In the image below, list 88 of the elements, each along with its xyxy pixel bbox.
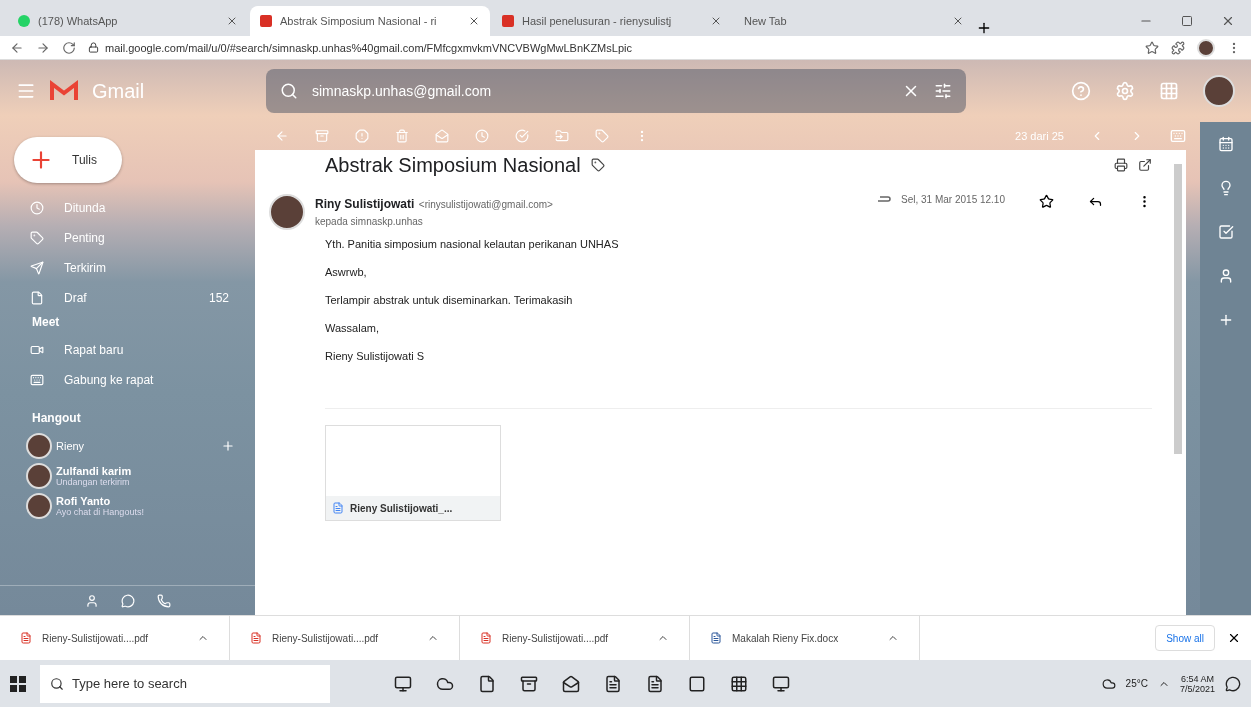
app-icon[interactable] xyxy=(646,674,664,693)
avatar xyxy=(26,433,52,459)
close-icon[interactable] xyxy=(1227,631,1241,645)
nav-item[interactable]: Gabung ke rapat xyxy=(0,365,255,395)
open-new-window-icon[interactable] xyxy=(1138,158,1152,172)
gmail-icon xyxy=(502,15,514,27)
contact-name[interactable]: Rieny xyxy=(56,440,217,452)
message-paragraph: Terlampir abstrak untuk diseminarkan. Terimakasih xyxy=(325,294,574,306)
star-icon[interactable] xyxy=(1145,40,1159,55)
message-paragraph: Yth. Panitia simposium nasional kelautan perikanan UNHAS xyxy=(325,238,620,250)
clock-icon xyxy=(30,201,44,215)
new-tab-icon[interactable] xyxy=(976,20,992,36)
message-paragraph: Rieny Sulistijowati S xyxy=(325,350,426,362)
gmail-icon xyxy=(260,15,272,27)
forward-icon[interactable] xyxy=(36,40,50,55)
app-icon[interactable] xyxy=(772,674,790,693)
avatar[interactable] xyxy=(1203,75,1235,107)
file-icon xyxy=(30,291,44,305)
search-field[interactable]: Type here to search xyxy=(40,664,330,703)
browser-tab[interactable]: (178) WhatsApp xyxy=(8,6,248,36)
message-paragraph: Wassalam, xyxy=(325,322,380,334)
document-icon xyxy=(710,632,722,644)
filter-icon[interactable] xyxy=(934,82,952,100)
contact-name[interactable]: Rofi Yanto xyxy=(56,495,144,507)
sender-email: <rinysulistijowati@gmail.com> xyxy=(418,199,553,210)
pager-text: 23 dari 25 xyxy=(1015,130,1064,142)
extensions-icon[interactable] xyxy=(1171,40,1185,55)
chat-icon[interactable] xyxy=(120,593,135,608)
pdf-icon xyxy=(250,632,262,644)
message-paragraph: Aswrwb, xyxy=(325,266,368,278)
attachment-card[interactable]: Rieny Sulistijowati_... xyxy=(325,425,501,521)
person-icon[interactable] xyxy=(84,593,99,608)
mail-icon[interactable] xyxy=(562,674,580,693)
search-field[interactable]: simnaskp.unhas@gmail.com xyxy=(266,69,966,113)
app-icon[interactable] xyxy=(604,674,622,693)
print-icon[interactable] xyxy=(1114,158,1128,172)
send-icon xyxy=(30,261,44,275)
weather-icon xyxy=(1101,676,1116,691)
star-icon[interactable] xyxy=(1039,194,1054,209)
app-icon[interactable] xyxy=(730,674,748,693)
avatar xyxy=(26,493,52,519)
contact-status: Undangan terkirim xyxy=(56,477,131,487)
clock-date: 7/5/2021 xyxy=(1179,683,1215,694)
contact-status: Ayo chat di Hangouts! xyxy=(56,507,144,517)
calendar-icon[interactable] xyxy=(1217,136,1234,152)
show-all-button[interactable]: Show all xyxy=(1155,625,1215,651)
maximize-icon[interactable] xyxy=(1181,15,1193,27)
search-icon xyxy=(50,676,64,691)
recipient-text[interactable]: kepada simnaskp.unhas xyxy=(315,216,868,227)
pdf-icon xyxy=(480,632,492,644)
compose-button[interactable]: Tulis xyxy=(14,137,122,183)
avatar xyxy=(269,194,305,230)
count: 152 xyxy=(208,291,229,305)
browser-tab[interactable]: Abstrak Simposium Nasional - ri xyxy=(250,6,490,36)
section-title: Hangout xyxy=(31,410,82,427)
video-icon xyxy=(30,343,44,357)
avatar xyxy=(26,463,52,489)
close-icon[interactable] xyxy=(468,15,480,27)
browser-tab[interactable]: New Tab xyxy=(734,6,974,36)
section-title: Meet xyxy=(31,314,61,331)
phone-icon[interactable] xyxy=(156,593,171,608)
label-icon xyxy=(30,231,44,245)
windows-logo-icon[interactable] xyxy=(10,675,26,692)
attachment-name: Rieny Sulistijowati_... xyxy=(350,502,453,514)
mail-logo-icon xyxy=(50,80,78,102)
keyboard-icon xyxy=(30,373,44,387)
avatar[interactable] xyxy=(1197,38,1215,57)
temperature: 25°C xyxy=(1125,678,1148,689)
app-icon[interactable] xyxy=(688,674,706,693)
message-subject: Abstrak Simposium Nasional xyxy=(325,153,581,177)
message-date: Sel, 31 Mar 2015 12.10 xyxy=(901,194,1005,205)
document-icon xyxy=(332,502,344,514)
url-text[interactable]: mail.google.com/mail/u/0/#search/simnaskp.unhas%40gmail.com/FMfcgxmvkmVNCVBWgMwLBnKZMsLpic xyxy=(105,41,632,54)
app-name: Gmail xyxy=(92,79,146,103)
label-icon[interactable] xyxy=(590,158,605,172)
lock-icon xyxy=(88,42,99,53)
pdf-icon xyxy=(20,632,32,644)
clock-time: 6:54 AM xyxy=(1180,673,1214,684)
search-icon[interactable] xyxy=(280,82,298,100)
browser-tab[interactable]: Hasil penelusuran - rienysulistj xyxy=(492,6,732,36)
scrollbar-thumb[interactable] xyxy=(1174,164,1182,454)
nav-item[interactable]: Rapat baru xyxy=(0,335,255,365)
whatsapp-icon xyxy=(18,15,30,27)
back-icon[interactable] xyxy=(10,40,24,55)
reload-icon[interactable] xyxy=(62,40,76,55)
contact-name[interactable]: Zulfandi karim xyxy=(56,465,132,477)
task-icon[interactable] xyxy=(1217,224,1234,240)
sender-name: Riny Sulistijowati xyxy=(315,197,415,211)
